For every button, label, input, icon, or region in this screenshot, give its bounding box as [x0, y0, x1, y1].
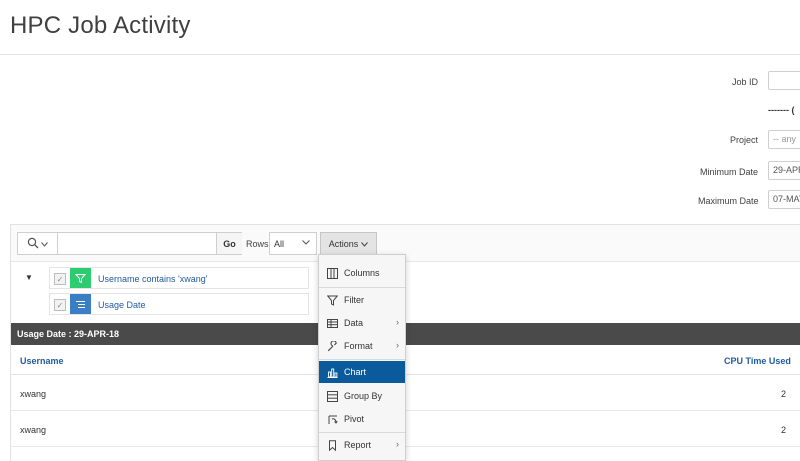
project-label: Project: [730, 135, 759, 145]
page-header: HPC Job Activity: [0, 0, 800, 55]
menu-divider: [319, 287, 405, 288]
filter-link-usage-date[interactable]: Usage Date: [98, 300, 146, 310]
menu-item-label: Columns: [344, 268, 380, 278]
menu-item-format[interactable]: Format ›: [319, 335, 405, 357]
table-icon: [326, 317, 338, 329]
rows-label: Rows: [246, 239, 269, 249]
control-break-icon: [70, 294, 91, 314]
rows-select[interactable]: All: [269, 232, 317, 255]
column-header-cpu-time[interactable]: CPU Time Used: [724, 356, 791, 366]
menu-item-columns[interactable]: Columns: [319, 262, 405, 284]
menu-item-label: Chart: [344, 367, 367, 377]
pivot-icon: [326, 413, 338, 425]
column-header-username[interactable]: Username: [20, 356, 64, 366]
menu-item-label: Report: [344, 440, 372, 450]
chevron-down-icon: [41, 239, 48, 249]
menu-item-label: Format: [344, 341, 373, 351]
go-button[interactable]: Go: [216, 233, 242, 254]
search-input[interactable]: [59, 233, 215, 254]
cell-username: xwang: [20, 389, 47, 399]
group-by-icon: [326, 390, 338, 402]
menu-item-label: Filter: [344, 295, 364, 305]
filter-row-usage-date: ✓ Usage Date: [49, 293, 309, 315]
min-date-label: Minimum Date: [700, 167, 759, 177]
menu-divider: [319, 359, 405, 360]
cell-username: xwang: [20, 425, 47, 435]
menu-item-chart[interactable]: Chart: [319, 361, 405, 383]
bar-chart-icon: [326, 366, 338, 378]
chevron-right-icon: ›: [396, 340, 399, 350]
job-id-input[interactable]: [768, 71, 800, 90]
max-date-input[interactable]: 07-MAY: [768, 190, 800, 209]
menu-divider: [319, 432, 405, 433]
actions-button-label: Actions: [328, 238, 359, 249]
menu-item-group-by[interactable]: Group By: [319, 385, 405, 407]
search-icon: [27, 237, 39, 251]
wrench-icon: [326, 340, 338, 352]
chevron-right-icon: ›: [396, 317, 399, 327]
filter-enable-checkbox[interactable]: ✓: [54, 273, 66, 285]
columns-icon: [326, 267, 338, 279]
collapse-toggle-icon[interactable]: ▼: [25, 273, 33, 282]
search-box: Go: [17, 232, 242, 255]
filter-row-username: ✓ Username contains 'xwang': [49, 267, 309, 289]
job-id-label: Job ID: [732, 77, 759, 87]
menu-item-report[interactable]: Report ›: [319, 434, 405, 456]
filter-icon: [326, 294, 338, 306]
min-date-input[interactable]: 29-APR: [768, 161, 800, 180]
project-select[interactable]: -- any: [768, 130, 800, 149]
menu-item-label: Data: [344, 318, 364, 328]
menu-item-filter[interactable]: Filter: [319, 289, 405, 311]
chevron-right-icon: ›: [396, 439, 399, 449]
actions-button[interactable]: Actions: [320, 232, 377, 255]
rows-select-value: All: [274, 239, 285, 249]
chevron-down-icon: [361, 239, 369, 249]
separator-text: ------- (: [768, 105, 795, 115]
chevron-down-icon: [302, 238, 310, 247]
cell-cpu-time: 2: [781, 425, 787, 435]
page-title: HPC Job Activity: [10, 12, 191, 39]
actions-menu: Columns Filter Data › Format › Chart Gro…: [318, 254, 406, 461]
filter-icon: [70, 268, 91, 288]
max-date-label: Maximum Date: [698, 196, 759, 206]
bookmark-icon: [326, 439, 338, 451]
menu-item-data[interactable]: Data ›: [319, 312, 405, 334]
menu-item-label: Pivot: [344, 414, 365, 424]
cell-cpu-time: 2: [781, 389, 787, 399]
search-column-selector[interactable]: [18, 233, 58, 254]
filter-link-username[interactable]: Username contains 'xwang': [98, 274, 208, 284]
filter-enable-checkbox[interactable]: ✓: [54, 299, 66, 311]
menu-item-pivot[interactable]: Pivot: [319, 408, 405, 430]
menu-item-label: Group By: [344, 391, 383, 401]
